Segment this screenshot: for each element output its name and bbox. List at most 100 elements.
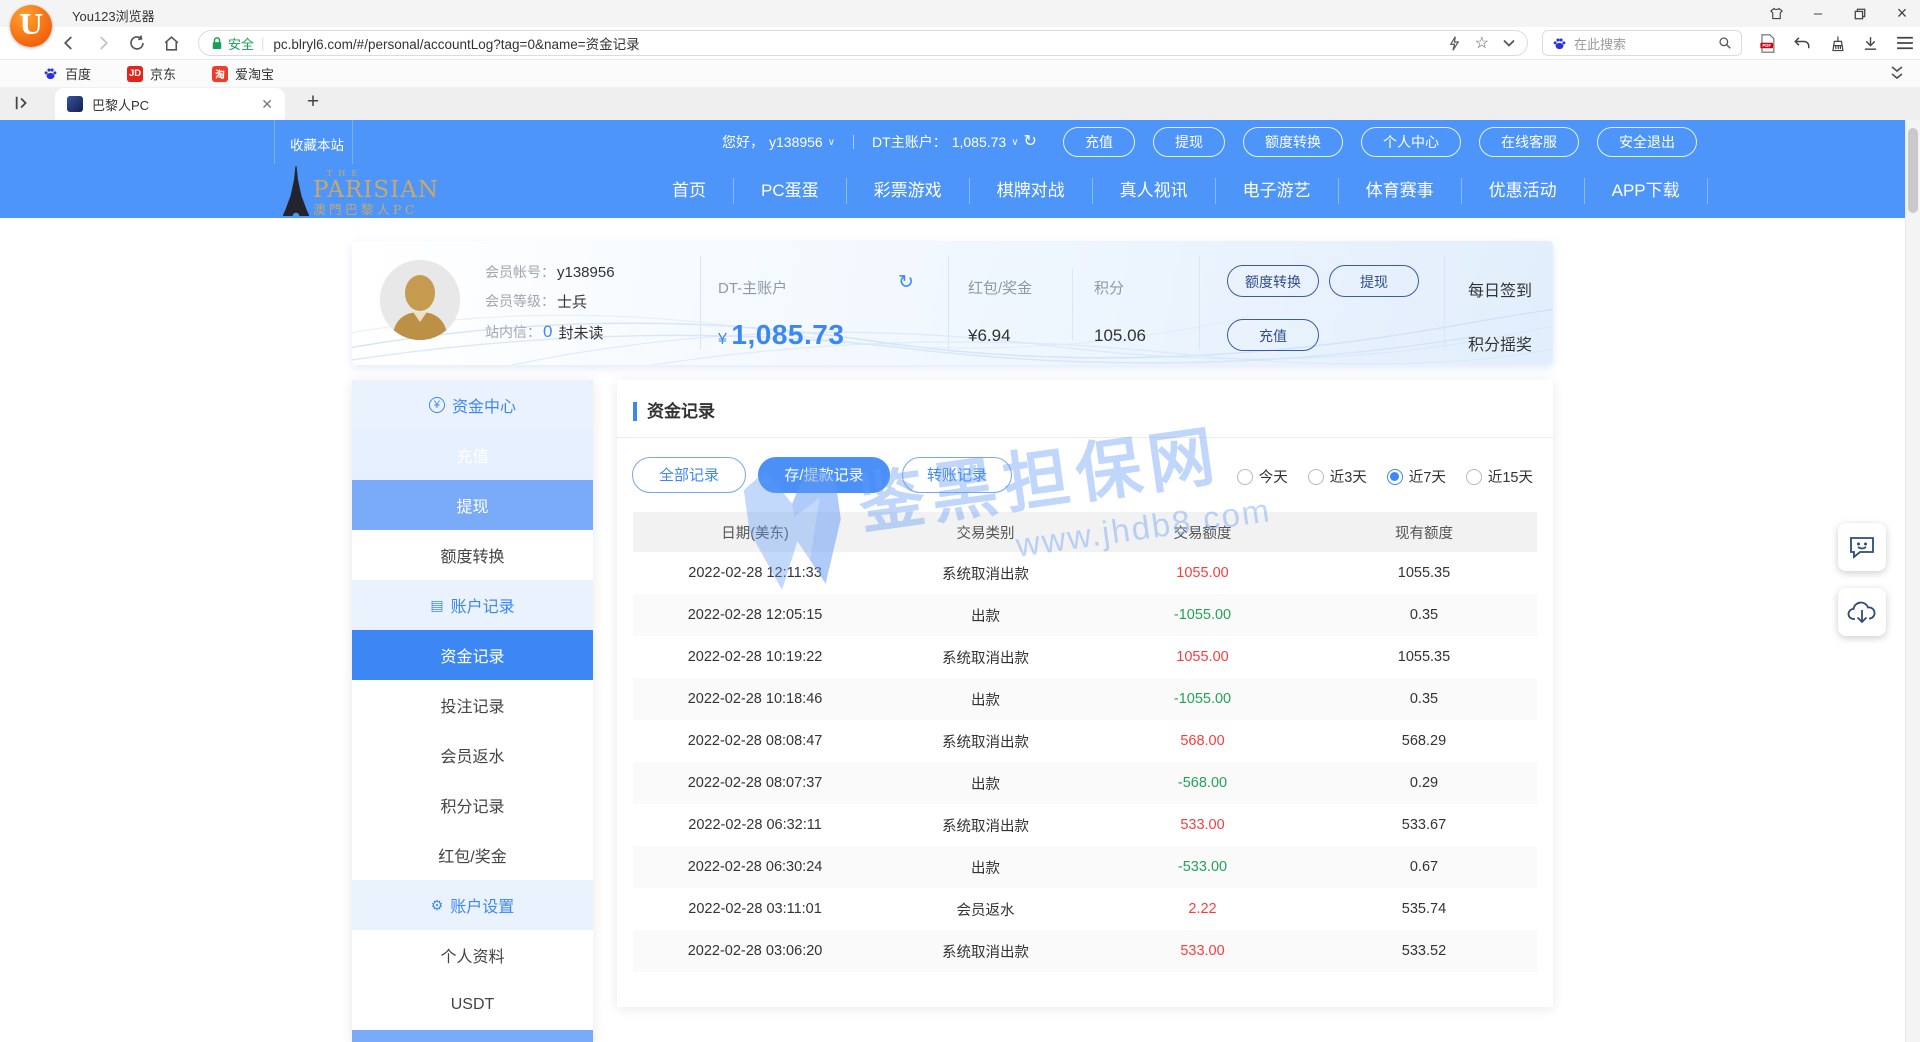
topbar-button-0[interactable]: 充值	[1063, 127, 1135, 157]
page-scrollbar[interactable]	[1905, 120, 1920, 1042]
cell-type: 出款	[877, 605, 1094, 626]
transfer-button[interactable]: 额度转换	[1227, 265, 1319, 297]
bookmark-taobao[interactable]: 淘爱淘宝	[212, 64, 274, 83]
new-tab-button[interactable]: +	[300, 90, 326, 114]
field-value: y138956	[557, 264, 615, 281]
sidebar-toggle-icon[interactable]	[14, 95, 30, 116]
radio-circle-icon[interactable]	[1387, 469, 1403, 485]
sidebar-item-label: 红包/奖金	[438, 843, 506, 867]
range-radio-0[interactable]: 今天	[1237, 466, 1288, 487]
user-greeting[interactable]: 您好， y138956 ∨	[722, 132, 835, 152]
topbar-button-4[interactable]: 在线客服	[1479, 127, 1579, 157]
nav-item-3[interactable]: 棋牌对战	[969, 178, 1092, 204]
radio-circle-icon[interactable]	[1237, 469, 1253, 485]
sidebar-item-5[interactable]: 资金记录	[352, 630, 593, 680]
logo-line-parisian: PARISIAN	[313, 179, 439, 202]
topbar-button-1[interactable]: 提现	[1153, 127, 1225, 157]
sidebar-item-10[interactable]: ⚙账户设置	[352, 880, 593, 930]
nav-item-4[interactable]: 真人视讯	[1092, 178, 1215, 204]
profile-card: 会员帐号： y138956 会员等级： 士兵 站内信： 0 封未读 DT-主账户…	[352, 241, 1553, 365]
points-lottery-link[interactable]: 积分摇奖	[1468, 331, 1532, 355]
restore-button[interactable]	[1852, 6, 1868, 22]
sidebar-item-6[interactable]: 投注记录	[352, 680, 593, 730]
radio-circle-icon[interactable]	[1466, 469, 1482, 485]
bookmark-jd[interactable]: JD京东	[127, 64, 176, 83]
wallet-refresh-icon[interactable]: ↻	[898, 273, 914, 292]
address-bar[interactable]: 安全 | pc.blryl6.com/#/personal/accountLog…	[198, 30, 1528, 56]
sidebar-item-7[interactable]: 会员返水	[352, 730, 593, 780]
range-radio-2[interactable]: 近7天	[1387, 466, 1446, 487]
range-radio-1[interactable]: 近3天	[1308, 466, 1367, 487]
inbox-row[interactable]: 站内信： 0 封未读	[485, 321, 603, 343]
browser-logo-icon[interactable]: U	[10, 5, 52, 47]
bookmark-baidu[interactable]: 百度	[42, 64, 91, 83]
cell-date: 2022-02-28 06:30:24	[633, 859, 877, 875]
topbar-button-2[interactable]: 额度转换	[1243, 127, 1343, 157]
cell-date: 2022-02-28 12:11:33	[633, 565, 877, 581]
cell-balance: 568.29	[1311, 733, 1537, 749]
sidebar-item-0[interactable]: ¥资金中心	[352, 380, 593, 430]
main-account-balance[interactable]: DT主账户： 1,085.73 ∨ ↻	[872, 132, 1037, 152]
sidebar-item-label: 额度转换	[440, 543, 504, 567]
nav-item-0[interactable]: 首页	[645, 178, 733, 204]
nav-item-5[interactable]: 电子游艺	[1215, 178, 1338, 204]
cell-type: 系统取消出款	[877, 563, 1094, 584]
search-icon[interactable]	[1718, 36, 1732, 50]
undo-icon[interactable]	[1793, 35, 1811, 51]
tab-存/提款记录[interactable]: 存/提款记录	[758, 457, 890, 493]
forward-button[interactable]	[92, 32, 114, 54]
tab-转账记录[interactable]: 转账记录	[902, 457, 1012, 493]
nav-item-8[interactable]: APP下载	[1584, 178, 1708, 204]
home-button[interactable]	[160, 32, 182, 54]
sidebar-item-11[interactable]: 个人资料	[352, 930, 593, 980]
nav-item-2[interactable]: 彩票游戏	[846, 178, 969, 204]
sidebar-item-4[interactable]: ▤账户记录	[352, 580, 593, 630]
nav-item-6[interactable]: 体育赛事	[1338, 178, 1461, 204]
download-icon[interactable]	[1862, 35, 1879, 52]
nav-item-7[interactable]: 优惠活动	[1461, 178, 1584, 204]
bolt-icon[interactable]	[1448, 36, 1461, 51]
table-row: 2022-02-28 08:07:37出款-568.000.29	[633, 762, 1537, 804]
scrollbar-thumb[interactable]	[1908, 128, 1918, 213]
topbar-button-3[interactable]: 个人中心	[1361, 127, 1461, 157]
sidebar-item-9[interactable]: 红包/奖金	[352, 830, 593, 880]
sidebar-item-12[interactable]: USDT	[352, 980, 593, 1030]
browser-tab[interactable]: 巴黎人PC ✕	[55, 88, 285, 120]
refresh-button[interactable]	[126, 32, 148, 54]
minimize-button[interactable]: –	[1810, 6, 1826, 22]
search-box[interactable]: 在此搜索	[1542, 30, 1742, 56]
favorite-site-link[interactable]: 收藏本站	[290, 134, 344, 154]
url-dropdown-icon[interactable]	[1503, 39, 1515, 47]
theme-skin-icon[interactable]	[1768, 6, 1784, 22]
sidebar-item-8[interactable]: 积分记录	[352, 780, 593, 830]
range-radio-3[interactable]: 近15天	[1466, 466, 1533, 487]
tab-全部记录[interactable]: 全部记录	[632, 457, 746, 493]
cell-date: 2022-02-28 12:05:15	[633, 607, 877, 623]
withdraw-button[interactable]: 提现	[1329, 265, 1419, 297]
deposit-button[interactable]: 充值	[1227, 319, 1319, 351]
topbar-button-5[interactable]: 安全退出	[1597, 127, 1697, 157]
radio-circle-icon[interactable]	[1308, 469, 1324, 485]
url-text[interactable]: pc.blryl6.com/#/personal/accountLog?tag=…	[273, 33, 1433, 53]
sidebar-item-hidden[interactable]	[352, 1030, 593, 1042]
sidebar-item-label: 会员返水	[440, 743, 504, 767]
tab-close-icon[interactable]: ✕	[261, 97, 273, 111]
sidebar-item-3[interactable]: 额度转换	[352, 530, 593, 580]
cleaner-icon[interactable]	[1828, 35, 1845, 52]
sidebar-item-1[interactable]: 充值	[352, 430, 593, 480]
customer-service-button[interactable]	[1838, 523, 1886, 571]
refresh-balance-icon[interactable]: ↻	[1024, 134, 1037, 150]
menu-icon[interactable]	[1896, 36, 1914, 50]
app-download-button[interactable]	[1838, 588, 1886, 636]
bookmarks-overflow-icon[interactable]	[1890, 65, 1904, 86]
close-button[interactable]: ×	[1894, 6, 1910, 22]
avatar[interactable]	[380, 260, 460, 340]
bookmark-star-icon[interactable]: ☆	[1475, 33, 1489, 53]
nav-item-1[interactable]: PC蛋蛋	[733, 178, 846, 204]
save-pdf-icon[interactable]: PDF	[1759, 34, 1776, 53]
back-button[interactable]	[58, 32, 80, 54]
sidebar-item-2[interactable]: 提现	[352, 480, 593, 530]
site-logo[interactable]: THE PARISIAN 澳門巴黎人PC	[283, 166, 439, 216]
daily-checkin-link[interactable]: 每日签到	[1468, 277, 1532, 301]
ledger-icon: ▤	[430, 598, 443, 612]
